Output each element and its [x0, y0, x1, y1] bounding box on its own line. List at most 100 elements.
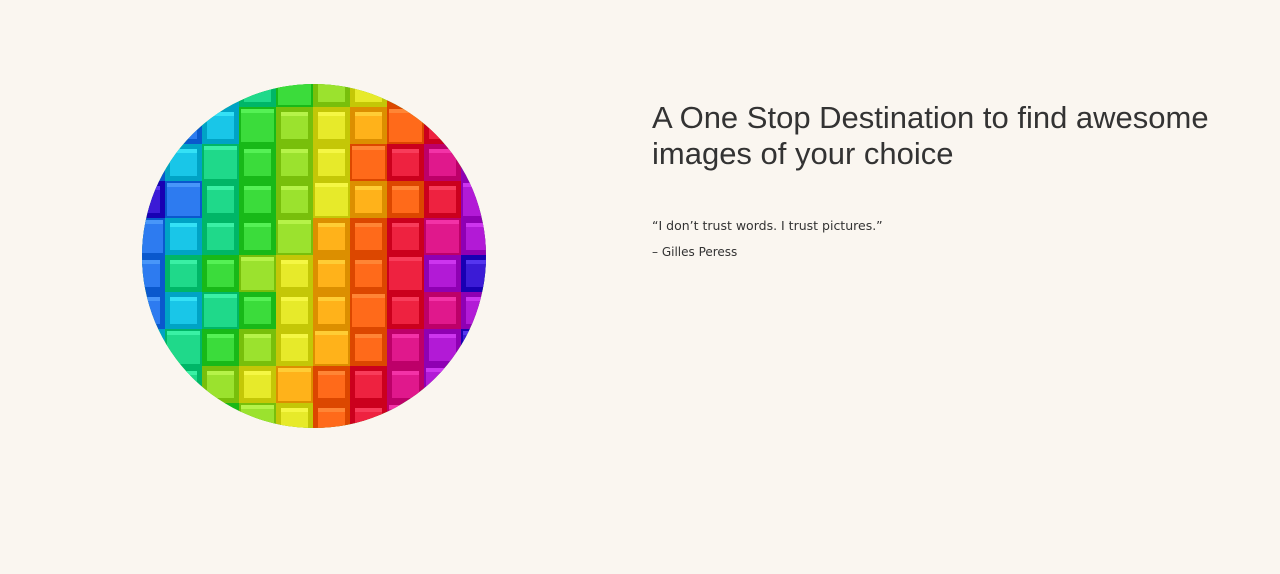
cube-face [392, 84, 419, 102]
cube-highlight [244, 334, 271, 338]
cube-face [142, 186, 160, 213]
cube-face [466, 408, 486, 428]
cube-highlight [352, 294, 385, 298]
cube-face [426, 84, 459, 105]
cube-face [426, 368, 459, 401]
cube-face [389, 109, 422, 142]
cube-face [142, 260, 160, 287]
cube-highlight [244, 186, 271, 190]
cube-face [244, 149, 271, 176]
cube-face [466, 112, 486, 139]
cube-face [392, 297, 419, 324]
cube-face [207, 408, 234, 428]
cube-face [204, 146, 237, 179]
cube-face [142, 297, 160, 324]
cube-face [318, 223, 345, 250]
cube-highlight [352, 146, 385, 150]
cube-face [281, 186, 308, 213]
cube-highlight [241, 109, 274, 113]
cube-face [318, 297, 345, 324]
cube-tile [165, 84, 202, 107]
cube-face [355, 371, 382, 398]
cube-highlight [278, 368, 311, 372]
cube-highlight [392, 186, 419, 190]
cube-highlight [207, 112, 234, 116]
cube-face [318, 260, 345, 287]
cube-highlight [389, 109, 422, 113]
cube-highlight [318, 112, 345, 116]
cube-face [463, 183, 486, 216]
cube-face [278, 368, 311, 401]
cube-highlight [142, 112, 160, 116]
cube-face [170, 149, 197, 176]
cube-face [170, 84, 197, 102]
cube-highlight [355, 408, 382, 412]
cube-highlight [318, 408, 345, 412]
cube-face [170, 112, 197, 139]
cube-face [244, 223, 271, 250]
cube-highlight [429, 260, 456, 264]
cube-highlight [142, 149, 160, 153]
cube-highlight [170, 408, 197, 412]
cube-face [142, 220, 163, 253]
cube-highlight [281, 297, 308, 301]
cube-face [392, 334, 419, 361]
cube-face [281, 112, 308, 139]
cube-tile [202, 403, 239, 428]
cube-highlight [142, 186, 160, 190]
cube-face [429, 149, 456, 176]
cube-face [392, 186, 419, 213]
cube-highlight [392, 223, 419, 227]
cube-face [170, 223, 197, 250]
cube-highlight [315, 183, 348, 187]
cube-face [466, 297, 486, 324]
cube-face [167, 183, 200, 216]
cube-tile [461, 107, 486, 144]
cube-highlight [355, 112, 382, 116]
cube-highlight [466, 223, 486, 227]
cube-face [142, 368, 163, 401]
cube-highlight [429, 186, 456, 190]
cube-highlight [170, 371, 197, 375]
cube-highlight [429, 408, 456, 412]
cube-face [281, 149, 308, 176]
cube-tile [165, 403, 202, 428]
cube-face [355, 260, 382, 287]
cube-highlight [466, 297, 486, 301]
cube-tile [142, 144, 165, 181]
cube-highlight [429, 297, 456, 301]
quote-author: – Gilles Peress [652, 245, 738, 259]
cube-highlight [142, 297, 160, 301]
cube-tile [142, 329, 165, 366]
cube-face [204, 294, 237, 327]
cube-tile [424, 403, 461, 428]
cube-tile [142, 403, 165, 428]
cube-face [355, 84, 382, 102]
cube-highlight [167, 183, 200, 187]
cube-highlight [355, 371, 382, 375]
cube-face [207, 260, 234, 287]
cube-highlight [204, 146, 237, 150]
cube-tile [142, 107, 165, 144]
cube-highlight [244, 149, 271, 153]
cube-highlight [355, 260, 382, 264]
cube-face [429, 408, 456, 428]
cube-highlight [142, 408, 160, 412]
cube-face [167, 331, 200, 364]
cube-tile [142, 366, 165, 403]
cube-face [207, 84, 234, 102]
cube-tile [424, 84, 461, 107]
cube-face [352, 146, 385, 179]
cube-face [352, 294, 385, 327]
cube-face [392, 371, 419, 398]
cube-highlight [244, 297, 271, 301]
cube-face [318, 149, 345, 176]
cube-highlight [392, 371, 419, 375]
cube-highlight [142, 260, 160, 264]
cube-highlight [355, 186, 382, 190]
cube-highlight [318, 297, 345, 301]
cube-face [170, 371, 197, 398]
cube-highlight [170, 112, 197, 116]
cube-face [142, 408, 160, 428]
cube-highlight [466, 371, 486, 375]
